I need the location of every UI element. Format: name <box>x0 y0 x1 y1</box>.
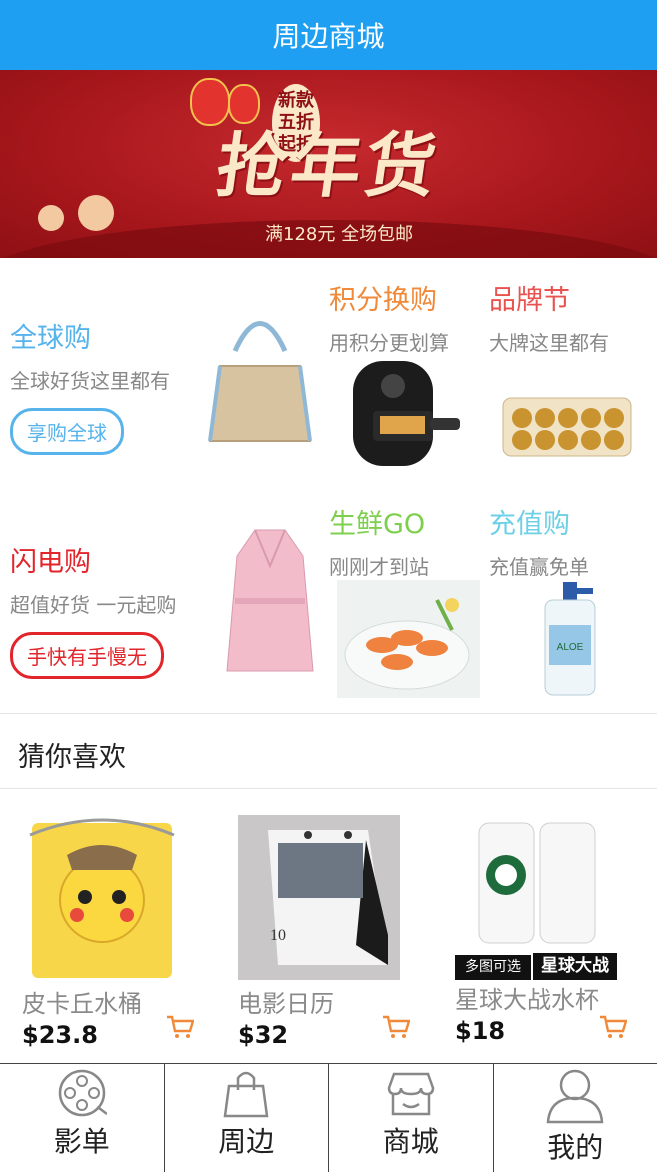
page-header: 周边商城 <box>0 0 657 70</box>
sashimi-image <box>337 580 480 698</box>
section-divider <box>0 788 657 789</box>
feature-title: 充值购 <box>489 509 570 540</box>
kid-figure-decoration <box>38 205 64 231</box>
page-title: 周边商城 <box>272 20 385 53</box>
product-card[interactable]: 皮卡丘水桶 $23.8 <box>22 815 212 1049</box>
feature-desc: 全球好货这里都有 <box>10 369 170 393</box>
pink-coat-image <box>226 529 314 672</box>
kid-figure-decoration <box>78 195 114 231</box>
tab-profile[interactable]: 我的 <box>494 1064 657 1172</box>
tab-label: 商城 <box>382 1125 439 1158</box>
tab-label: 我的 <box>547 1131 604 1164</box>
feature-title: 积分换购 <box>329 285 437 316</box>
feature-fresh-go[interactable]: 生鲜GO 刚刚才到站 <box>329 502 429 580</box>
feature-grid: 全球购 全球好货这里都有 享购全球 积分换购 用积分更划算 品牌节 大牌这里都有 <box>0 258 657 713</box>
tab-label: 影单 <box>53 1125 110 1158</box>
shopping-bag-icon <box>223 1071 269 1118</box>
pikachu-bucket-image <box>29 818 175 978</box>
guess-you-like-title: 猜你喜欢 <box>18 742 126 773</box>
feature-global-buy[interactable]: 全球购 全球好货这里都有 享购全球 <box>10 316 170 455</box>
feature-title: 生鲜GO <box>329 509 426 540</box>
tab-mall[interactable]: 商城 <box>329 1064 494 1172</box>
user-icon <box>546 1069 604 1124</box>
movie-calendar-image: 10 <box>238 815 400 980</box>
chocolate-box-image <box>502 397 632 457</box>
tab-label: 周边 <box>218 1125 275 1158</box>
badge-multi-image: 多图可选 <box>455 955 531 980</box>
product-card[interactable]: 10 电影日历 $32 <box>238 815 428 1049</box>
flash-buy-button[interactable]: 手快有手慢无 <box>10 632 164 679</box>
tab-merch[interactable]: 周边 <box>165 1064 329 1172</box>
air-fryer-image <box>353 361 460 466</box>
feature-desc: 用积分更划算 <box>329 331 449 355</box>
aloe-bottle-image: ALOE <box>544 582 596 696</box>
cart-icon[interactable] <box>382 1015 410 1039</box>
banner-subline: 满128元 全场包邮 <box>265 224 414 245</box>
product-name: 星球大战水杯 <box>455 986 599 1014</box>
svg-text:ALOE: ALOE <box>557 642 584 653</box>
product-card[interactable]: 多图可选 星球大战 星球大战水杯 $18 <box>455 815 645 1045</box>
feature-title: 品牌节 <box>489 285 570 316</box>
cart-icon[interactable] <box>166 1015 194 1039</box>
feature-desc: 刚刚才到站 <box>329 555 429 579</box>
svg-text:10: 10 <box>270 927 286 944</box>
film-reel-icon <box>58 1069 107 1117</box>
starwars-cup-image: 多图可选 星球大战 <box>455 815 617 980</box>
feature-desc: 充值赢免单 <box>489 555 589 579</box>
banner-headline: 抢年货 <box>211 124 446 207</box>
handbag-image <box>208 321 312 442</box>
cart-icon[interactable] <box>599 1015 627 1039</box>
product-name: 电影日历 <box>238 990 334 1018</box>
feature-brand-festival[interactable]: 品牌节 大牌这里都有 <box>489 278 609 356</box>
feature-points-exchange[interactable]: 积分换购 用积分更划算 <box>329 278 449 356</box>
feature-flash-buy[interactable]: 闪电购 超值好货 一元起购 手快有手慢无 <box>10 540 176 679</box>
feature-desc: 超值好货 一元起购 <box>10 593 177 617</box>
feature-title: 全球购 <box>10 323 91 354</box>
global-buy-button[interactable]: 享购全球 <box>10 408 124 455</box>
feature-desc: 大牌这里都有 <box>489 331 609 355</box>
feature-title: 闪电购 <box>10 547 91 578</box>
tab-film-list[interactable]: 影单 <box>0 1064 165 1172</box>
bottom-tab-bar: 影单 周边 商城 我的 <box>0 1063 657 1172</box>
section-divider <box>0 713 657 714</box>
product-name: 皮卡丘水桶 <box>22 990 142 1018</box>
store-icon <box>387 1072 435 1116</box>
badge-starwars: 星球大战 <box>533 953 617 980</box>
promo-banner[interactable]: 新款五折起折 抢年货 满128元 全场包邮 <box>0 70 657 258</box>
feature-recharge-buy[interactable]: 充值购 充值赢免单 <box>489 502 589 580</box>
